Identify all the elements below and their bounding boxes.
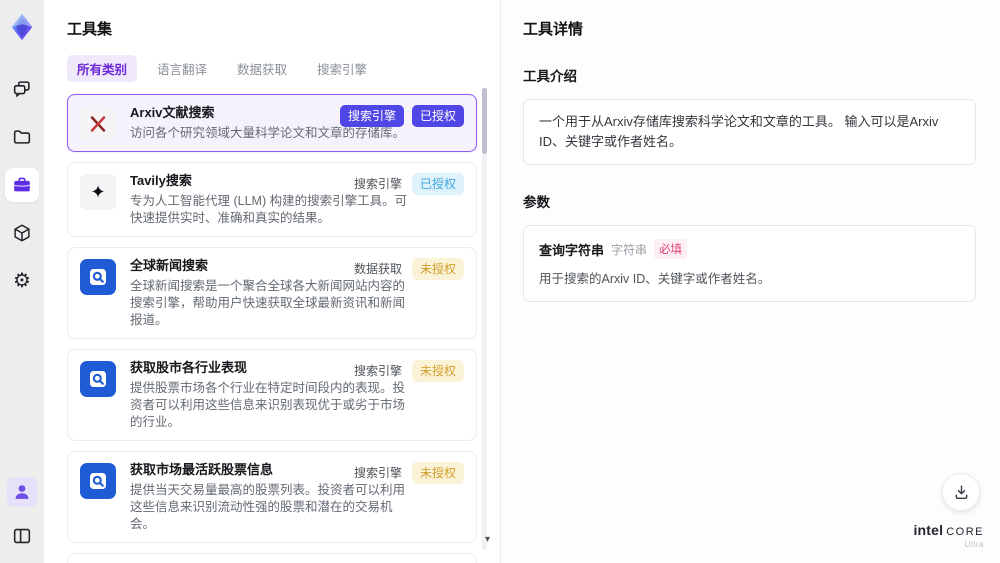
param-name: 查询字符串 (539, 242, 605, 258)
tab-all-categories[interactable]: 所有类别 (67, 55, 138, 82)
tool-card-active-stocks[interactable]: 获取市场最活跃股票信息 提供当天交易量最高的股票列表。投资者可以利用这些信息来识… (67, 451, 477, 543)
tool-description: 专为人工智能代理 (LLM) 构建的搜索引擎工具。可快速提供实时、准确和真实的结… (130, 194, 408, 225)
search-app-icon (80, 259, 116, 295)
brand-intel-text: intel (913, 522, 944, 538)
params-heading: 参数 (523, 195, 550, 211)
param-required-badge: 必填 (654, 239, 688, 260)
tool-description: 提供当天交易量最高的股票列表。投资者可以利用这些信息来识别流动性强的股票和潜在的… (130, 483, 406, 531)
toolbox-icon[interactable] (5, 168, 39, 202)
tab-language-translation[interactable]: 语言翻译 (147, 55, 217, 82)
app-window: ⚙ 工具集 所有类别 语言翻译 数据获取 搜索引擎 Arxiv文献搜索 访问各个… (0, 0, 1000, 563)
param-box: 查询字符串 字符串 必填 用于搜索的Arxiv ID、关键字或作者姓名。 (523, 225, 976, 303)
rail-bottom (5, 477, 39, 553)
tool-card-list: Arxiv文献搜索 访问各个研究领域大量科学论文和文章的存储库。 搜索引擎 已授… (67, 94, 477, 563)
cube-icon[interactable] (5, 216, 39, 250)
tool-description: 提供股票市场各个行业在特定时间段内的表现。投资者可以利用这些信息来识别表现优于或… (130, 381, 406, 429)
settings-gear-icon[interactable]: ⚙ (5, 264, 39, 298)
intel-core-logo: intel CORE Ultra (913, 523, 984, 549)
tool-list-panel: 工具集 所有类别 语言翻译 数据获取 搜索引擎 Arxiv文献搜索 访问各个研究… (44, 0, 500, 563)
tool-description: 全球新闻搜索是一个聚合全球各大新闻网站内容的搜索引擎，帮助用户快速获取全球最新资… (130, 279, 406, 327)
tab-search-engine[interactable]: 搜索引擎 (307, 55, 377, 82)
tool-card-sector-performance[interactable]: 获取股市各行业表现 提供股票市场各个行业在特定时间段内的表现。投资者可以利用这些… (67, 349, 477, 441)
intro-text-box: 一个用于从Arxiv存储库搜索科学论文和文章的工具。 输入可以是Arxiv ID… (523, 99, 976, 166)
user-avatar-icon[interactable] (7, 477, 37, 507)
auth-status-badge: 未授权 (411, 462, 464, 484)
category-label: 搜索引擎 (353, 466, 402, 480)
category-tabs: 所有类别 语言翻译 数据获取 搜索引擎 (67, 55, 478, 82)
left-rail: ⚙ (0, 0, 44, 563)
tool-card-regional-news[interactable]: 万维地区新闻查询 查询具体行政区划内的新闻，快速了解各地新闻动 搜索引擎 未授权 (67, 553, 477, 563)
category-label: 搜索引擎 (353, 364, 402, 378)
auth-status-badge: 未授权 (411, 360, 464, 382)
tool-detail-panel: 工具详情 工具介绍 一个用于从Arxiv存储库搜索科学论文和文章的工具。 输入可… (500, 0, 1000, 563)
category-label: 搜索引擎 (353, 177, 402, 191)
search-app-icon (80, 463, 116, 499)
tool-card-arxiv[interactable]: Arxiv文献搜索 访问各个研究领域大量科学论文和文章的存储库。 搜索引擎 已授… (67, 94, 477, 152)
app-logo-icon[interactable] (7, 12, 37, 42)
scrollbar-thumb[interactable] (482, 88, 487, 154)
folder-icon[interactable] (5, 120, 39, 154)
rail-nav: ⚙ (5, 72, 39, 298)
panel-toggle-icon[interactable] (5, 519, 39, 553)
search-app-icon (80, 361, 116, 397)
brand-sub-text: Ultra (964, 540, 984, 549)
tool-description: 访问各个研究领域大量科学论文和文章的存储库。 (130, 126, 406, 140)
tool-card-global-news[interactable]: 全球新闻搜索 全球新闻搜索是一个聚合全球各大新闻网站内容的搜索引擎，帮助用户快速… (67, 247, 477, 339)
intro-heading: 工具介绍 (523, 69, 577, 84)
auth-status-badge: 已授权 (411, 173, 464, 195)
download-button[interactable] (942, 473, 980, 511)
tavily-star-icon: ✦ (80, 174, 116, 210)
brand-core-text: CORE (946, 526, 984, 538)
list-scrollbar[interactable] (482, 88, 487, 550)
page-title: 工具集 (67, 21, 113, 38)
detail-title: 工具详情 (523, 21, 584, 38)
param-type: 字符串 (611, 242, 648, 257)
auth-status-badge: 未授权 (411, 258, 464, 280)
auth-status-badge: 已授权 (411, 105, 464, 127)
tab-data-acquisition[interactable]: 数据获取 (227, 55, 297, 82)
tool-card-tavily[interactable]: ✦ Tavily搜索 专为人工智能代理 (LLM) 构建的搜索引擎工具。可快速提… (67, 162, 477, 237)
category-label: 数据获取 (353, 262, 402, 276)
category-badge: 搜索引擎 (339, 105, 404, 127)
param-description: 用于搜索的Arxiv ID、关键字或作者姓名。 (539, 272, 771, 287)
chat-icon[interactable] (5, 72, 39, 106)
arxiv-logo-icon (80, 106, 116, 142)
scroll-down-arrow-icon[interactable]: ▾ (485, 535, 490, 545)
